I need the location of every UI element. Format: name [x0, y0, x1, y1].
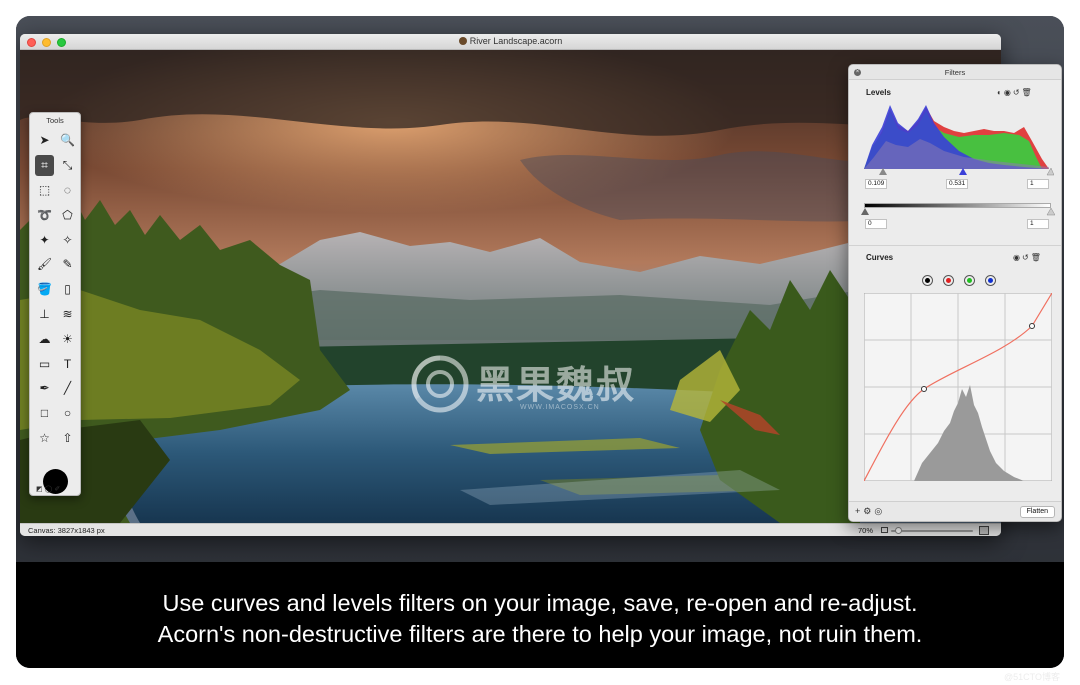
crop-tool[interactable]: ⌗: [35, 154, 54, 176]
polygon-lasso-tool[interactable]: ⬠: [56, 202, 79, 227]
tools-palette: Tools ➤ 🔍 ⌗ ⤡ ⬚ ◌ ➰ ⬠ ✦ ✧ 🖌 ✎ 🪣 ▯ ⊥ ≋ ☁ ☀ ▭ T ✒ ╱ □ ○ ☆ ⇧ ◩ ◯ ✐: [29, 112, 81, 496]
flatten-button[interactable]: Flatten: [1019, 506, 1055, 518]
line-tool[interactable]: ╱: [56, 376, 79, 401]
paint-bucket-tool[interactable]: 🪣: [33, 277, 56, 302]
levels-histogram: [864, 105, 1049, 169]
sun-shape-tool[interactable]: ☀: [56, 326, 79, 351]
zoom-percentage[interactable]: 70%: [858, 526, 873, 535]
watermark: 黑果魏叔 WWW.IMACOSX.CN: [410, 350, 700, 420]
channel-red-button[interactable]: [943, 275, 954, 286]
caption-band: Use curves and levels filters on your im…: [16, 562, 1064, 668]
corner-watermark: @51CTO博客: [1004, 672, 1060, 682]
instant-alpha-tool[interactable]: ✧: [56, 227, 79, 252]
swatch-controls[interactable]: ◩ ◯ ✐: [36, 485, 60, 493]
reset-icon[interactable]: ↺: [1013, 88, 1022, 97]
trash-icon[interactable]: 🗑: [1022, 88, 1034, 97]
levels-output-sliders[interactable]: [861, 208, 1055, 216]
lasso-tool[interactable]: ➰: [33, 202, 56, 227]
arrow-shape-tool[interactable]: ⇧: [56, 426, 79, 451]
pencil-tool[interactable]: ✎: [56, 252, 79, 277]
curves-controls: ◉↺🗑: [1013, 253, 1043, 262]
arrow-select-tool[interactable]: ➤: [33, 128, 56, 153]
cloud-shape-tool[interactable]: ☁: [33, 326, 56, 351]
channel-blue-button[interactable]: [985, 275, 996, 286]
filters-panel-footer: +⚙◎ Flatten: [849, 501, 1061, 521]
curves-graph[interactable]: [864, 293, 1052, 481]
zoom-in-icon[interactable]: [979, 526, 989, 535]
output-white-field[interactable]: 1: [1027, 219, 1049, 229]
zoom-slider-knob[interactable]: [895, 527, 902, 534]
oval-tool[interactable]: ○: [56, 401, 79, 426]
input-white-point-field[interactable]: 1: [1027, 179, 1049, 189]
preview-icon[interactable]: ◎: [874, 506, 885, 516]
section-divider: [849, 245, 1061, 246]
tool-grid: ➤ 🔍 ⌗ ⤡ ⬚ ◌ ➰ ⬠ ✦ ✧ 🖌 ✎ 🪣 ▯ ⊥ ≋ ☁ ☀ ▭ T ✒ ╱ □ ○ ☆ ⇧: [33, 128, 79, 450]
gear-icon[interactable]: ⚙: [863, 506, 874, 516]
watermark-text: 黑果魏叔: [476, 363, 637, 407]
pen-tool[interactable]: ✒: [33, 376, 56, 401]
transform-tool[interactable]: ⤡: [56, 153, 79, 178]
curves-eye-icon[interactable]: ◉: [1013, 253, 1022, 262]
curves-trash-icon[interactable]: 🗑: [1031, 253, 1043, 262]
channel-green-button[interactable]: [964, 275, 975, 286]
curves-title: Curves: [866, 253, 894, 262]
contrast-icon[interactable]: ◐: [997, 88, 1004, 97]
star-tool[interactable]: ☆: [33, 426, 56, 451]
canvas-size-label: Canvas: 3827x1843 px: [28, 526, 105, 535]
caption-line-2: Acorn's non-destructive filters are ther…: [157, 621, 923, 647]
output-black-field[interactable]: 0: [865, 219, 887, 229]
magic-wand-tool[interactable]: ✦: [33, 227, 56, 252]
levels-title: Levels: [866, 88, 891, 97]
filters-panel-header[interactable]: × Filters: [849, 65, 1061, 80]
ellipse-marquee-tool[interactable]: ◌: [56, 178, 79, 203]
status-bar: Canvas: 3827x1843 px 70%: [20, 523, 1001, 536]
window-title-text: River Landscape.acorn: [469, 36, 563, 46]
text-tool[interactable]: T: [56, 351, 79, 376]
brush-tool[interactable]: 🖌: [33, 252, 56, 277]
filters-panel: × Filters Levels ◐◉↺🗑 0.109 0.531 1 0 1: [848, 64, 1062, 522]
watermark-logo-icon: [411, 355, 469, 413]
caption-line-1: Use curves and levels filters on your im…: [162, 590, 918, 616]
zoom-slider[interactable]: [891, 527, 973, 534]
eye-icon[interactable]: ◉: [1004, 88, 1013, 97]
tools-palette-title: Tools: [46, 116, 64, 125]
watermark-url: WWW.IMACOSX.CN: [520, 404, 600, 411]
levels-input-sliders[interactable]: [864, 168, 1054, 176]
filters-panel-title: Filters: [944, 68, 966, 77]
input-black-point-field[interactable]: 0.109: [865, 179, 887, 189]
zoom-out-icon[interactable]: [881, 527, 888, 533]
input-gamma-field[interactable]: 0.531: [946, 179, 968, 189]
rectangle-tool[interactable]: □: [33, 401, 56, 426]
eraser-tool[interactable]: ▯: [56, 277, 79, 302]
levels-controls: ◐◉↺🗑: [997, 88, 1034, 97]
clone-stamp-tool[interactable]: ⊥: [33, 302, 56, 327]
title-bar[interactable]: River Landscape.acorn: [20, 34, 1001, 50]
footer-controls: +⚙◎: [855, 506, 885, 517]
smudge-tool[interactable]: ≋: [56, 302, 79, 327]
window-title: River Landscape.acorn: [20, 36, 1001, 46]
screenshot-frame: River Landscape.acorn Tools ➤ 🔍 ⌗ ⤡ ⬚ ◌ …: [16, 16, 1064, 668]
document-icon: [458, 37, 467, 45]
zoom-tool[interactable]: 🔍: [56, 128, 79, 153]
gradient-tool[interactable]: ▭: [33, 351, 56, 376]
channel-composite-button[interactable]: [922, 275, 933, 286]
rect-marquee-tool[interactable]: ⬚: [33, 178, 56, 203]
curves-reset-icon[interactable]: ↺: [1022, 253, 1031, 262]
